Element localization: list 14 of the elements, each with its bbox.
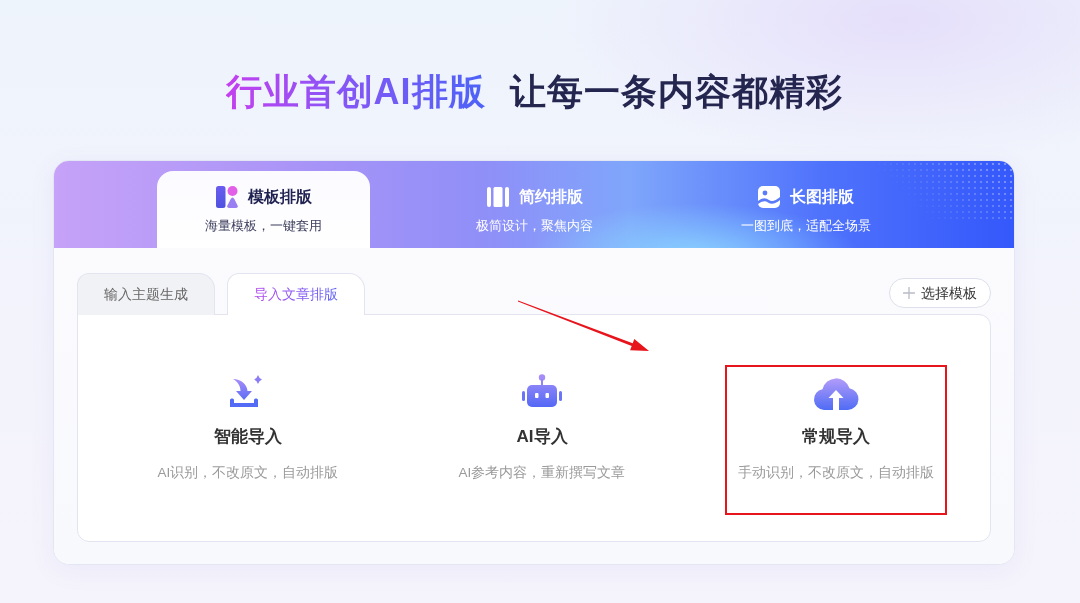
image-icon [757,186,780,208]
plus-icon [903,287,915,299]
layout-tab[interactable]: 模板排版 海量模板，一键套用 [157,171,370,248]
import-option[interactable]: 常规导入 手动识别，不改原文，自动排版 [725,365,947,515]
layout-tab[interactable]: 长图排版 一图到底，适配全场景 [699,171,912,248]
columns-icon [486,186,509,208]
select-template-button[interactable]: 选择模板 [889,278,991,308]
headline-accent: 行业首创AI排版 [225,70,486,113]
mode-tab[interactable]: 导入文章排版 [227,273,365,315]
layout-blocks-icon [215,186,238,208]
import-option[interactable]: 智能导入 AI识别，不改原文，自动排版 [137,365,359,515]
mode-tab[interactable]: 输入主题生成 [77,273,215,315]
headline-text: 让每一条内容都精彩 [509,70,843,113]
import-option[interactable]: AI导入 AI参考内容，重新撰写文章 [431,365,653,515]
